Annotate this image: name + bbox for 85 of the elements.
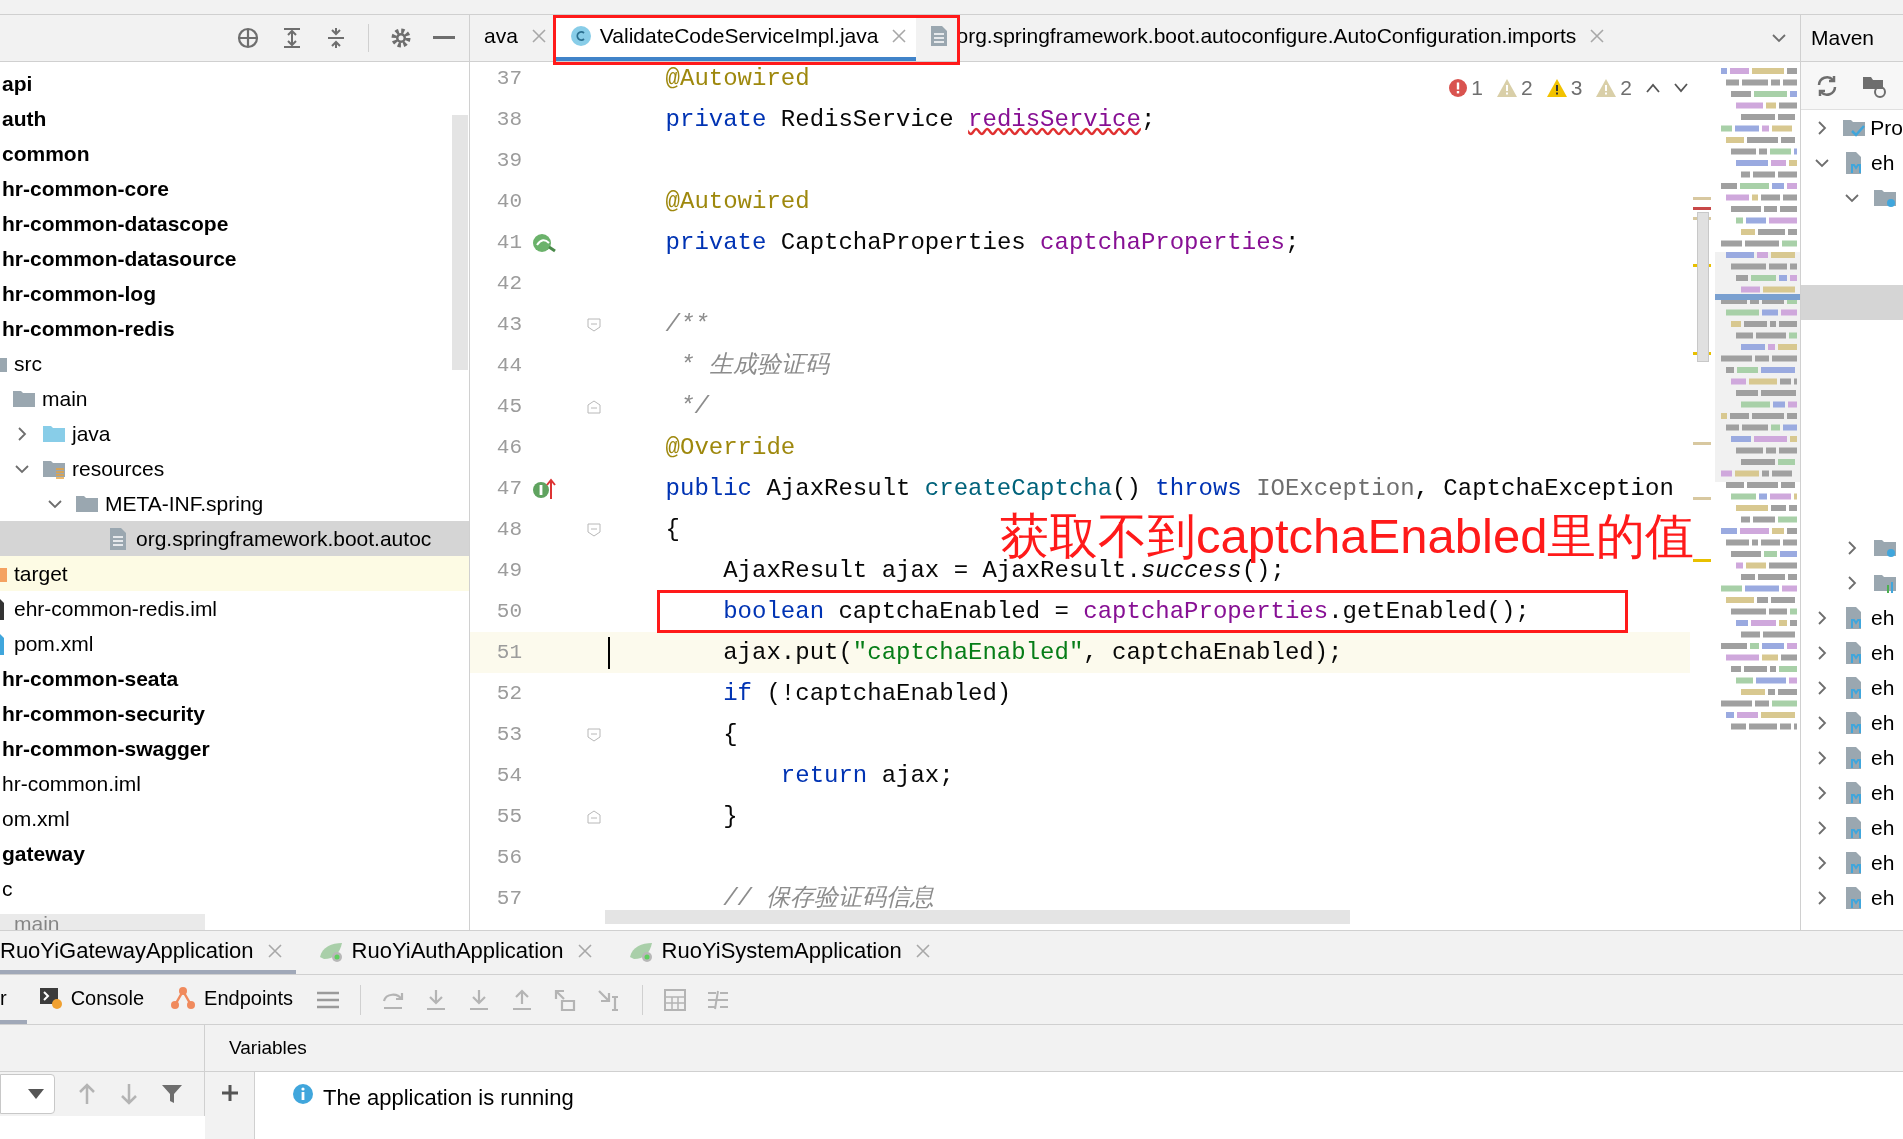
line-number: 49	[495, 557, 522, 584]
code-line: @Autowired	[665, 63, 810, 94]
tree-item[interactable]: java	[72, 420, 111, 447]
tree-item[interactable]: Pro	[1870, 111, 1903, 144]
tree-item[interactable]: hr-common-log	[2, 280, 156, 307]
line-number: 46	[495, 434, 522, 461]
tree-item[interactable]: auth	[2, 105, 47, 132]
tree-item[interactable]: ehr-common-redis.iml	[14, 595, 218, 622]
line-number: 47	[495, 475, 522, 502]
line-number: 38	[495, 106, 522, 133]
line-number: 42	[495, 270, 522, 297]
tree-item[interactable]: gateway	[2, 840, 85, 867]
line-number: 41	[495, 229, 522, 256]
problem-count[interactable]: 2	[1520, 72, 1533, 104]
code-line: // 保存验证码信息	[723, 883, 935, 914]
tree-item[interactable]: hr-common-security	[2, 700, 206, 727]
line-number: 52	[495, 680, 522, 707]
tree-item[interactable]: resources	[72, 455, 165, 482]
tree-item[interactable]: hr-common-datascope	[2, 210, 229, 237]
code-line: public AjaxResult createCaptcha() throws IOException, CaptchaException	[665, 473, 1674, 504]
line-number: 48	[495, 516, 522, 543]
code-line: private RedisService redisService;	[665, 104, 1156, 135]
code-line: }	[723, 801, 738, 832]
line-number: 51	[495, 639, 522, 666]
tree-item[interactable]: eh	[1871, 671, 1895, 704]
code-line: @Autowired	[665, 186, 810, 217]
tree-item[interactable]: pom.xml	[14, 630, 94, 657]
tree-item[interactable]: hr-common-swagger	[2, 735, 210, 762]
line-number: 53	[495, 721, 522, 748]
line-number: 39	[495, 147, 522, 174]
tree-item[interactable]: common	[2, 140, 90, 167]
code-line: ajax.put("captchaEnabled", captchaEnabled);	[723, 637, 1343, 668]
run-tab[interactable]: RuoYiSystemApplication	[605, 931, 944, 974]
line-number: 37	[495, 65, 522, 92]
tree-item[interactable]: c	[2, 875, 13, 902]
tree-item[interactable]: om.xml	[2, 805, 70, 832]
line-number: 55	[495, 803, 522, 830]
run-tab[interactable]: RuoYiAuthApplication	[295, 931, 606, 974]
code-line: @Override	[665, 432, 796, 463]
tree-item[interactable]: eh	[1871, 706, 1895, 739]
line-number: 43	[495, 311, 522, 338]
tool-tab[interactable]: Console	[26, 975, 159, 1024]
line-number: 40	[495, 188, 522, 215]
problem-count[interactable]: 1	[1471, 72, 1483, 104]
line-number: 44	[495, 352, 522, 379]
line-number: 50	[495, 598, 522, 625]
code-line: if (!captchaEnabled)	[723, 678, 1012, 709]
editor-tab[interactable]: org.springframework.boot.autoconfigure.AutoConfiguration.imports	[916, 15, 1615, 61]
line-number: 57	[495, 885, 522, 912]
editor-tab[interactable]: ava	[470, 15, 556, 61]
tree-item[interactable]: hr-common-seata	[2, 665, 179, 692]
line-number: 45	[495, 393, 522, 420]
code-line: return ajax;	[780, 760, 954, 791]
code-line: */	[680, 391, 709, 422]
tool-tab[interactable]: Endpoints	[158, 975, 308, 1024]
code-line: private CaptchaProperties captchaProperties;	[665, 227, 1300, 258]
tree-item[interactable]: eh	[1871, 776, 1895, 809]
tree-item[interactable]: eh	[1871, 601, 1895, 634]
tree-item[interactable]: hr-common.iml	[2, 770, 141, 797]
tree-item[interactable]: hr-common-datasource	[2, 245, 237, 272]
tree-item[interactable]: main	[42, 385, 88, 412]
tree-item[interactable]: META-INF.spring	[105, 490, 264, 517]
tree-item[interactable]: hr-common-core	[2, 175, 169, 202]
tree-item[interactable]: target	[14, 560, 68, 587]
code-line: * 生成验证码	[680, 350, 829, 381]
code-line: boolean captchaEnabled = captchaProperties.getEnabled();	[723, 596, 1530, 627]
tree-item[interactable]: eh	[1871, 741, 1895, 774]
tree-item[interactable]: eh	[1871, 146, 1895, 179]
line-number: 54	[495, 762, 522, 789]
tree-item[interactable]: hr-common-redis	[2, 315, 175, 342]
tree-item[interactable]: src	[14, 350, 42, 377]
console-message: The application is running	[323, 1084, 574, 1112]
problem-count[interactable]: 3	[1570, 72, 1583, 104]
tree-item[interactable]: eh	[1871, 846, 1895, 879]
code-line: {	[665, 514, 680, 545]
tree-item[interactable]: eh	[1871, 881, 1895, 914]
problem-count[interactable]: 2	[1620, 72, 1632, 104]
line-number: 56	[495, 844, 522, 871]
panel-header: Variables	[228, 1035, 307, 1060]
tree-item[interactable]: api	[2, 70, 33, 97]
code-line: {	[723, 719, 738, 750]
editor-tab[interactable]: ValidateCodeServiceImpl.java	[555, 15, 917, 61]
code-line: /**	[665, 309, 709, 340]
tree-item[interactable]: eh	[1871, 636, 1895, 669]
tree-item[interactable]: eh	[1871, 811, 1895, 844]
